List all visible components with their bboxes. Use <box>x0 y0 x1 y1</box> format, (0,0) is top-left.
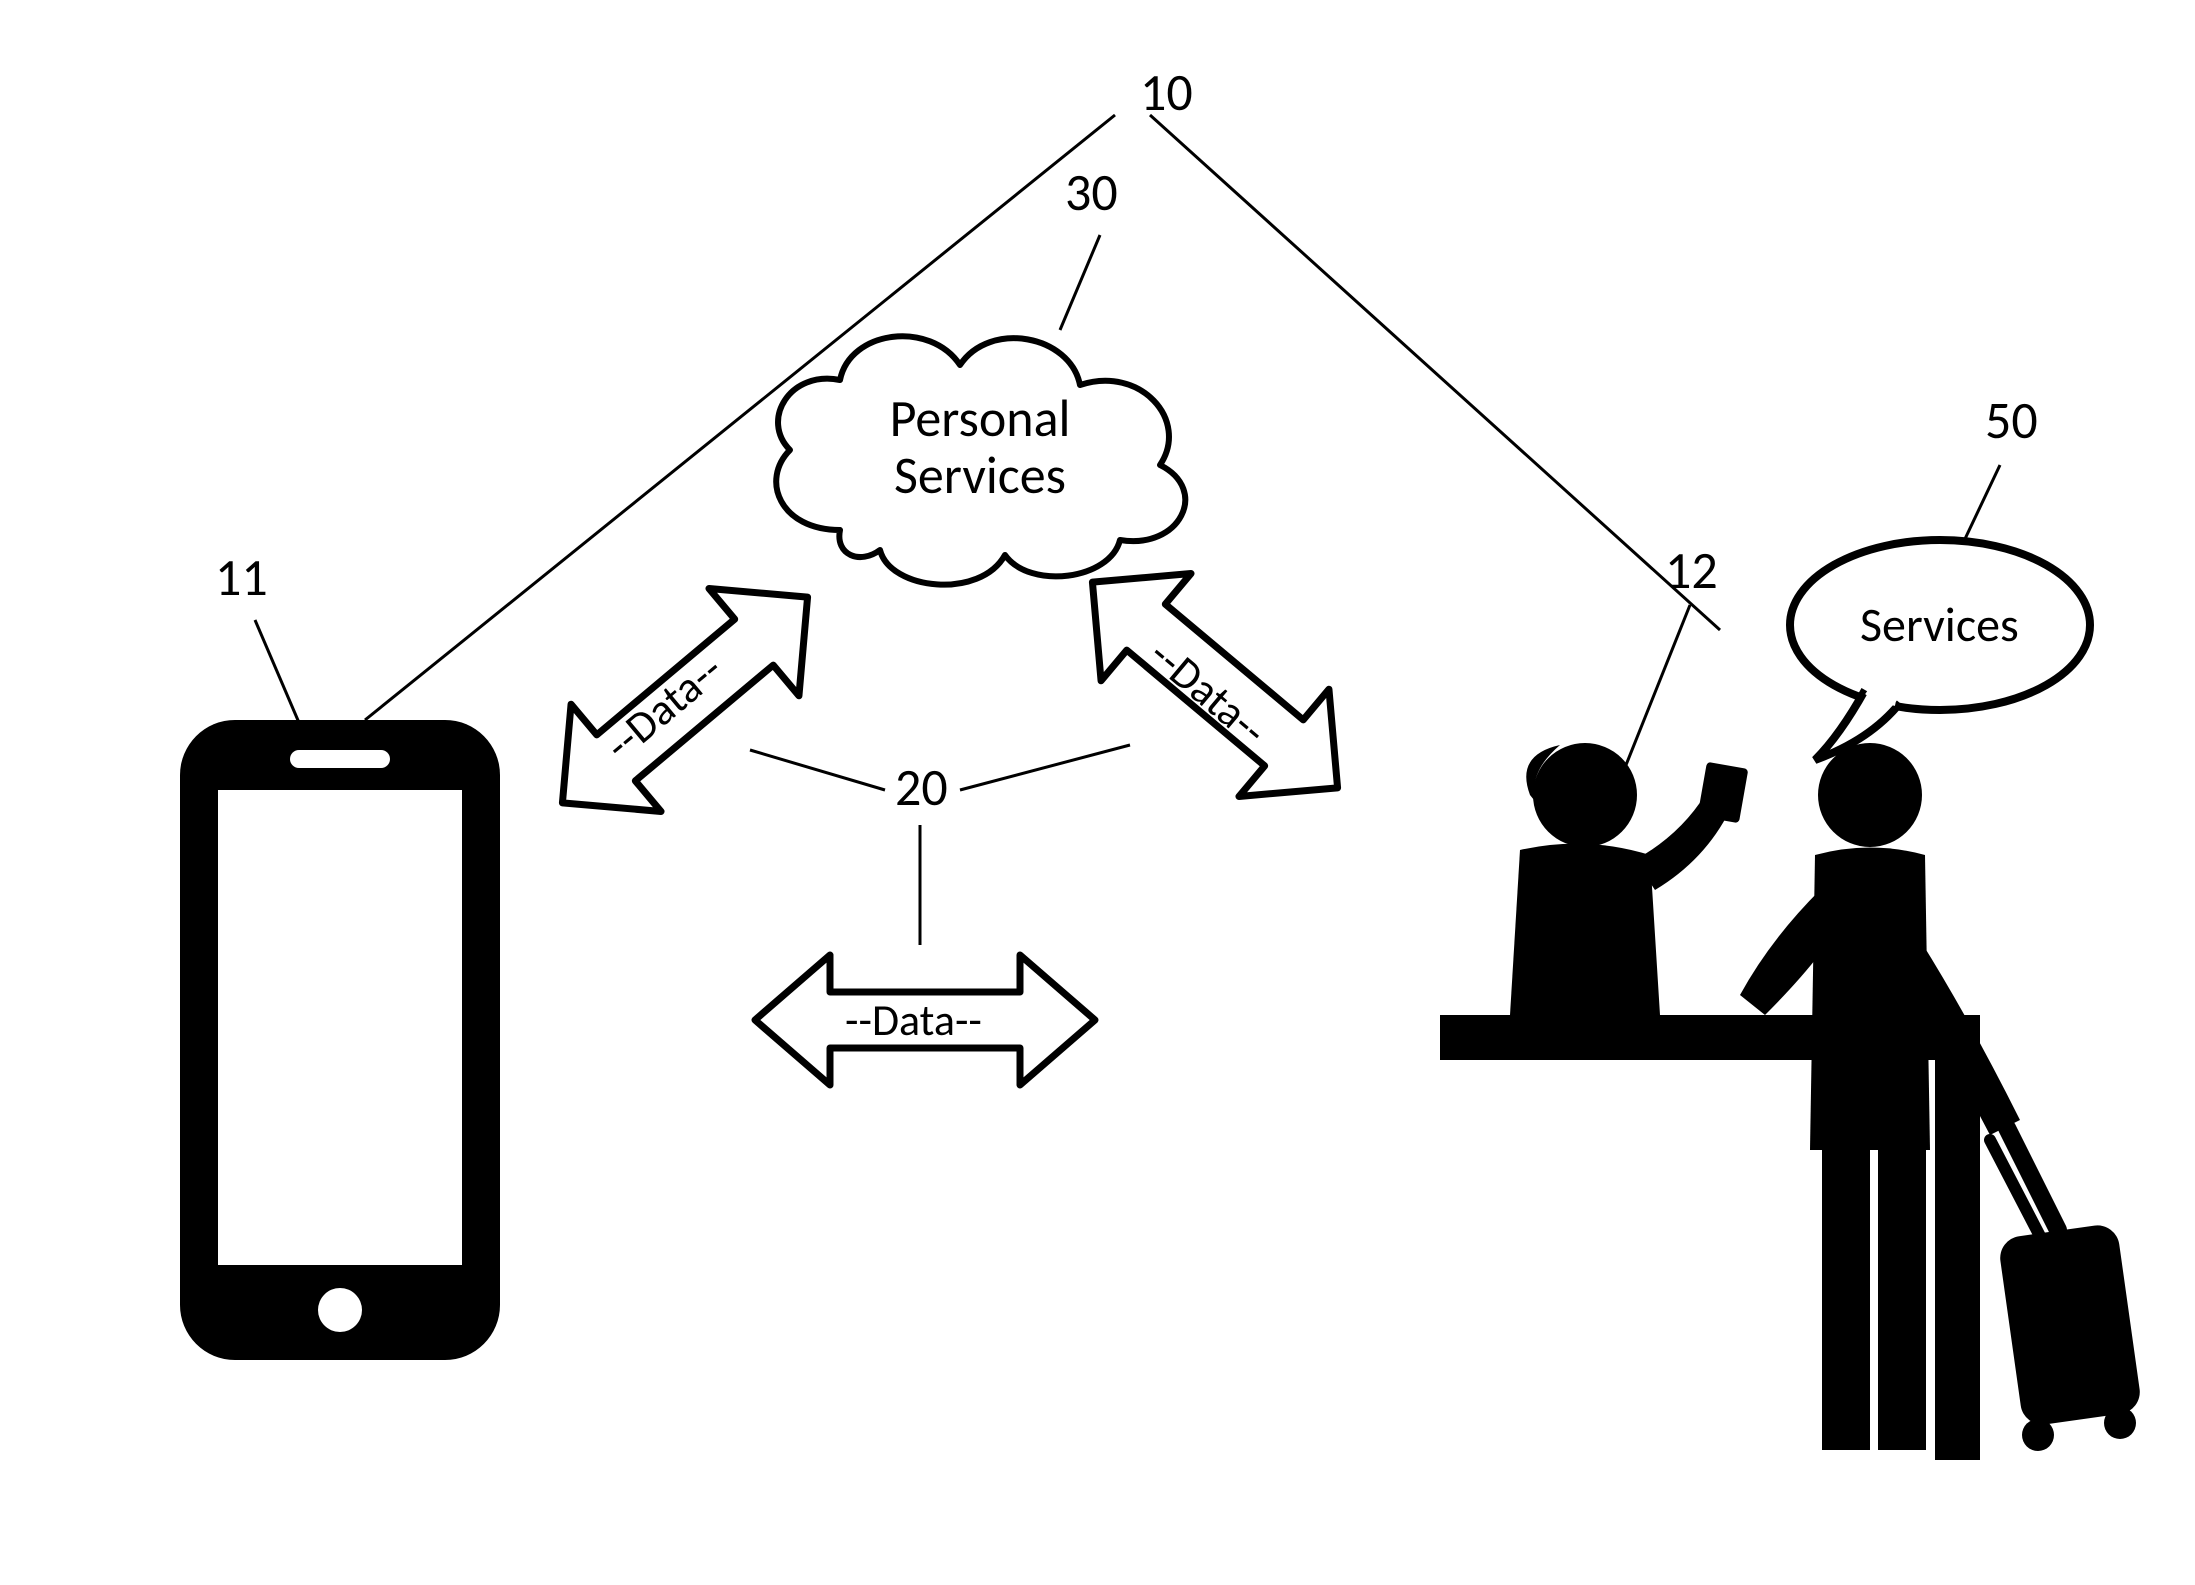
ref-11: 11 <box>215 545 268 609</box>
cloud-label-line2: Services <box>894 443 1066 507</box>
data-arrow-bottom-label: --Data-- <box>845 993 982 1047</box>
ref-20: 20 <box>895 755 948 819</box>
speech-bubble-label: Services <box>1860 595 2019 654</box>
ref-10: 10 <box>1140 60 1193 124</box>
smartphone-icon <box>140 700 540 1420</box>
ref-12: 12 <box>1665 538 1718 602</box>
checkin-scene-icon <box>1430 740 2150 1520</box>
ref-30: 30 <box>1065 160 1118 224</box>
cloud-label-line1: Personal <box>890 386 1071 450</box>
ref-50: 50 <box>1985 388 2038 452</box>
